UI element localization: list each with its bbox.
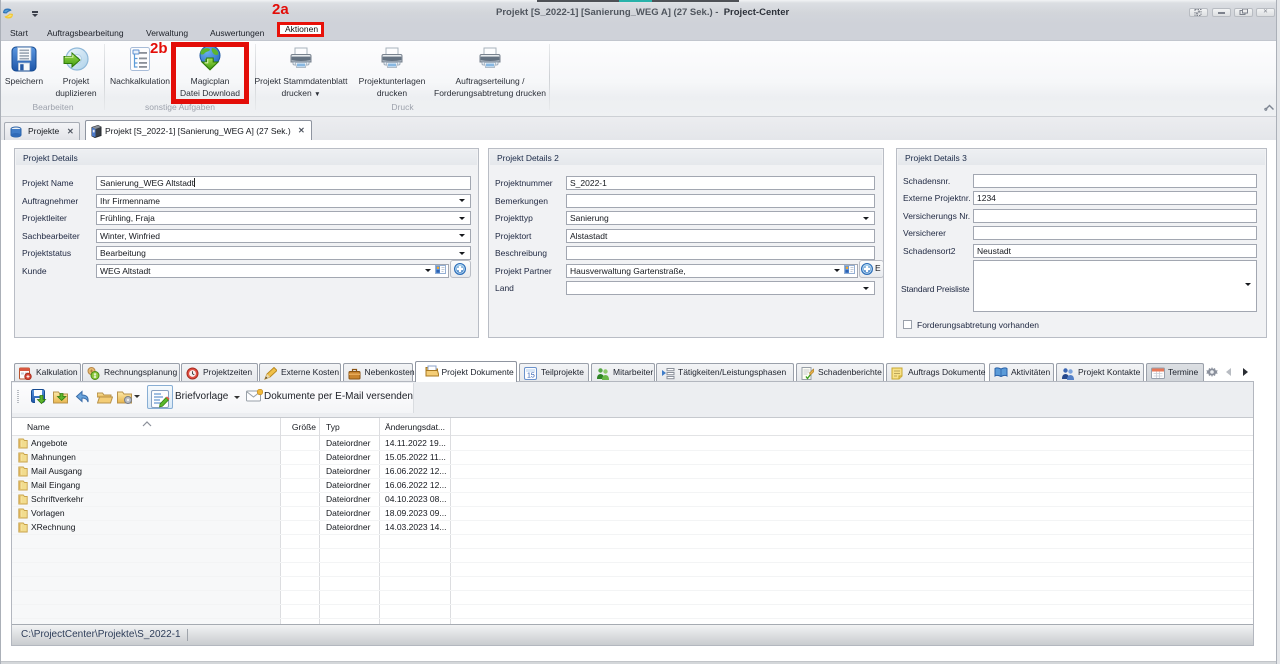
svg-text:15: 15: [527, 373, 535, 380]
